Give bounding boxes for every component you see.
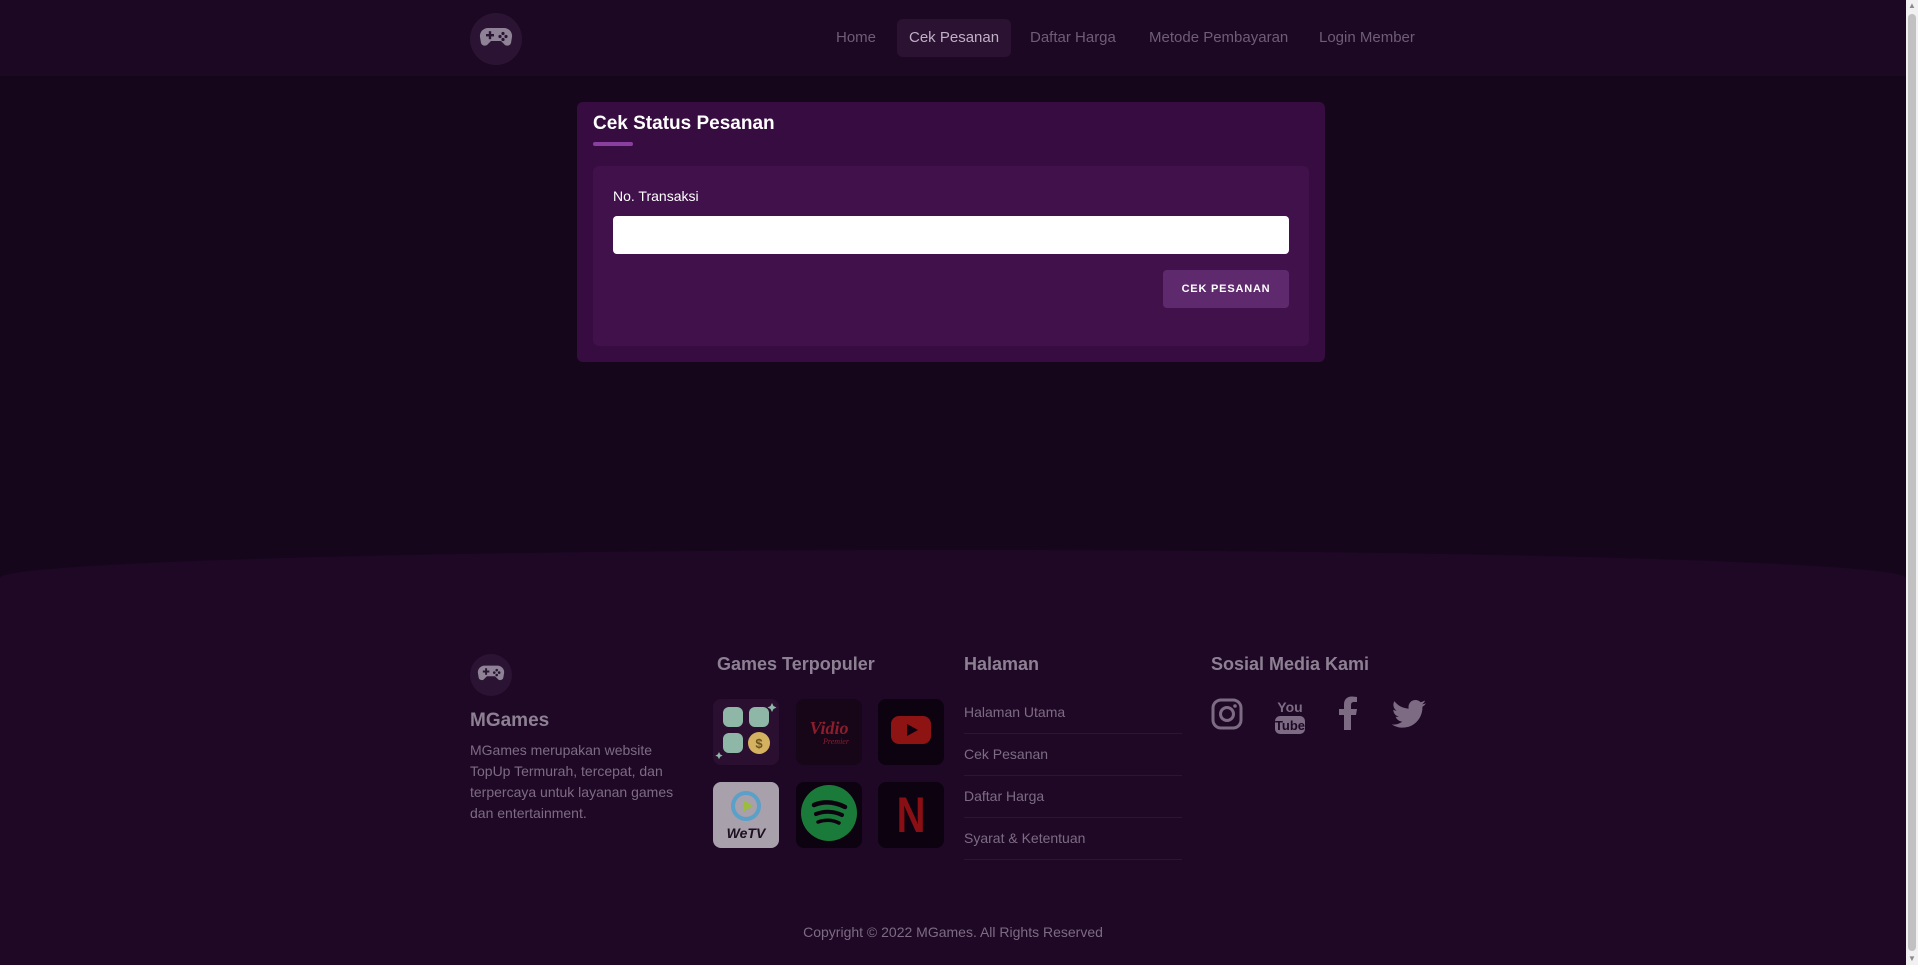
youtube-play-icon [891, 715, 931, 749]
title-underline [593, 142, 633, 146]
social-heading: Sosial Media Kami [1211, 654, 1370, 674]
transaction-number-input[interactable] [613, 216, 1289, 254]
nav-daftar-harga[interactable]: Daftar Harga [1018, 19, 1128, 57]
footer-link-halaman-utama[interactable]: Halaman Utama [964, 691, 1182, 734]
game-tile-netflix[interactable]: N [878, 782, 944, 848]
gamepad-icon [479, 26, 513, 53]
scrollbar-thumb[interactable] [1908, 14, 1916, 951]
spotify-icon [800, 784, 858, 847]
order-status-card: Cek Status Pesanan No. Transaksi CEK PES… [577, 102, 1325, 362]
gamepad-icon [477, 664, 505, 687]
netflix-icon: N [896, 787, 926, 843]
footer-logo[interactable] [470, 654, 512, 696]
svg-text:Tube: Tube [1275, 718, 1305, 733]
svg-text:$: $ [755, 736, 763, 751]
nav-home[interactable]: Home [824, 19, 888, 57]
site-logo[interactable] [470, 13, 522, 65]
game-tile-spotify[interactable] [796, 782, 862, 848]
wetv-text: WeTV [726, 824, 766, 841]
order-form: No. Transaksi CEK PESANAN [593, 166, 1309, 346]
check-order-button[interactable]: CEK PESANAN [1163, 270, 1289, 308]
wetv-logo-icon [729, 790, 763, 826]
pages-heading: Halaman [964, 654, 1040, 674]
footer-link-syarat-ketentuan[interactable]: Syarat & Ketentuan [964, 817, 1182, 860]
footer-brand: MGames [470, 710, 550, 731]
footer: MGames MGames merupakan website TopUp Te… [0, 550, 1906, 965]
nav-metode-pembayaran[interactable]: Metode Pembayaran [1137, 19, 1300, 57]
apps-coin-icon: $ [715, 699, 777, 765]
twitter-icon[interactable] [1391, 700, 1426, 733]
footer-link-daftar-harga[interactable]: Daftar Harga [964, 775, 1182, 818]
svg-text:You: You [1277, 699, 1302, 715]
game-tile-wetv[interactable]: WeTV [713, 782, 779, 848]
games-heading: Games Terpopuler [717, 654, 875, 674]
game-tile-topup-apps[interactable]: $ [713, 699, 779, 765]
nav-cek-pesanan[interactable]: Cek Pesanan [897, 19, 1012, 57]
footer-link-cek-pesanan[interactable]: Cek Pesanan [964, 733, 1182, 776]
facebook-icon[interactable] [1338, 696, 1358, 735]
instagram-icon[interactable] [1211, 698, 1243, 735]
top-navbar: Home Cek Pesanan Daftar Harga Metode Pem… [0, 0, 1906, 76]
card-title: Cek Status Pesanan [593, 113, 775, 134]
scroll-down-icon[interactable]: ▼ [1906, 953, 1918, 965]
youtube-icon[interactable]: You Tube [1274, 697, 1306, 740]
vidio-logo-icon: Vidio [809, 717, 849, 738]
footer-description: MGames merupakan website TopUp Termurah,… [470, 742, 674, 821]
transaction-number-label: No. Transaksi [613, 188, 699, 204]
scroll-up-icon[interactable]: ▲ [1906, 0, 1918, 12]
game-tile-youtube[interactable] [878, 699, 944, 765]
vertical-scrollbar[interactable]: ▲ ▼ [1906, 0, 1918, 965]
game-tile-vidio[interactable]: Vidio Premier [796, 699, 862, 765]
vidio-subtext: Premier [823, 736, 849, 746]
copyright-text: Copyright © 2022 MGames. All Rights Rese… [803, 924, 1103, 940]
nav-login-member[interactable]: Login Member [1307, 19, 1427, 57]
